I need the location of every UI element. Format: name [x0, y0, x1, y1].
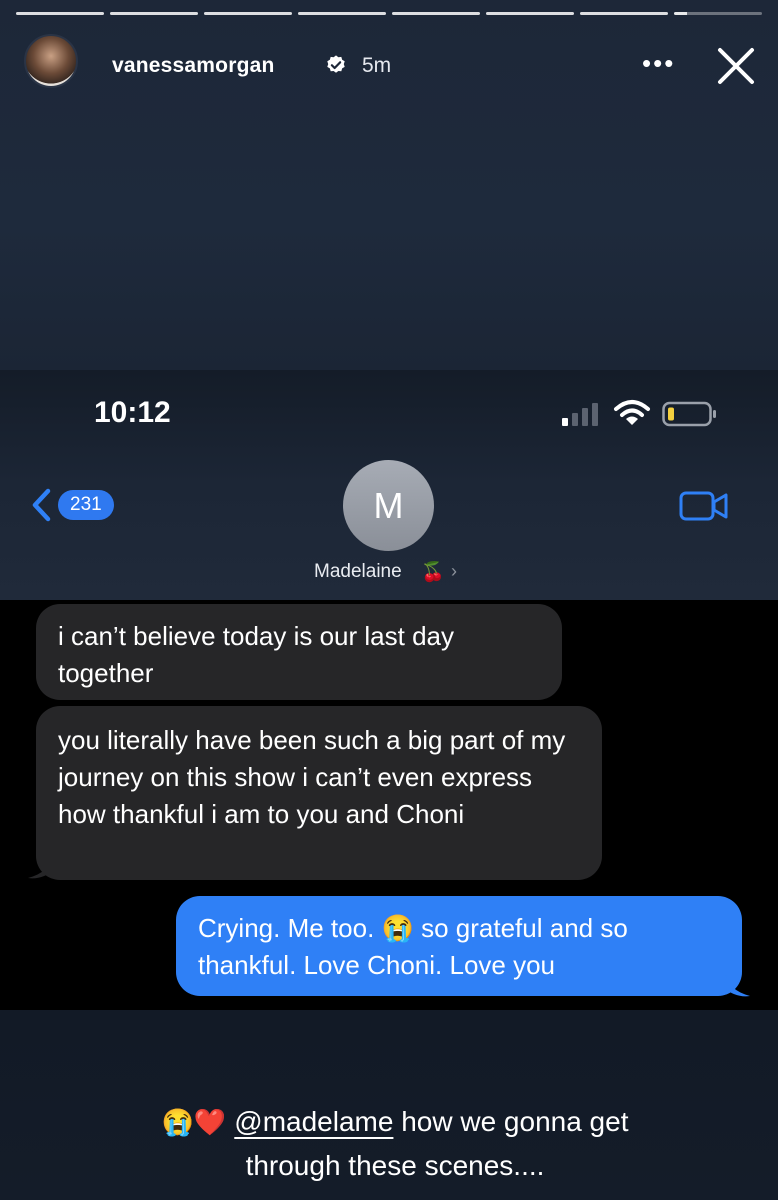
- progress-segment-current: [674, 12, 762, 15]
- status-bar-clock: 10:12: [94, 396, 171, 429]
- incoming-message: i can’t believe today is our last day to…: [36, 604, 562, 700]
- username[interactable]: vanessamorgan: [112, 54, 275, 78]
- verified-badge-icon: [327, 55, 345, 73]
- progress-segment: [204, 12, 292, 15]
- story-progress: [16, 12, 762, 16]
- progress-segment: [16, 12, 104, 15]
- caption-emojis: 😭❤️: [161, 1107, 227, 1137]
- close-icon[interactable]: [714, 44, 758, 88]
- back-button[interactable]: 231: [30, 488, 114, 522]
- progress-segment: [392, 12, 480, 15]
- cellular-signal-icon: [562, 403, 598, 426]
- more-options-button[interactable]: •••: [642, 48, 675, 79]
- chevron-left-icon: [32, 488, 51, 522]
- unread-count-badge: 231: [58, 490, 114, 520]
- contact-initial: M: [373, 484, 404, 526]
- bubble-tail: [724, 974, 750, 997]
- contact-name[interactable]: Madelaine: [314, 561, 402, 583]
- battery-icon: [662, 401, 716, 427]
- story-header: vanessamorgan 5m •••: [24, 34, 764, 94]
- progress-segment: [486, 12, 574, 15]
- bubble-tail: [28, 856, 54, 879]
- caption-text: through these scenes....: [245, 1150, 545, 1181]
- contact-emoji: 🍒: [421, 562, 445, 583]
- chevron-right-icon: ›: [451, 561, 457, 581]
- caption-text: how we gonna get: [401, 1106, 629, 1137]
- video-call-icon[interactable]: [678, 489, 730, 523]
- progress-segment: [298, 12, 386, 15]
- avatar[interactable]: [24, 34, 78, 88]
- progress-segment: [580, 12, 668, 15]
- story-caption: 😭❤️ @madelame how we gonna get through th…: [160, 1100, 630, 1188]
- outgoing-message: Crying. Me too. 😭 so grateful and so tha…: [176, 896, 742, 996]
- wifi-icon: [614, 400, 650, 425]
- incoming-message: you literally have been such a big part …: [36, 706, 602, 880]
- progress-segment: [110, 12, 198, 15]
- contact-avatar[interactable]: M: [343, 460, 434, 551]
- post-time: 5m: [362, 54, 392, 77]
- mention-link[interactable]: @madelame: [234, 1106, 393, 1137]
